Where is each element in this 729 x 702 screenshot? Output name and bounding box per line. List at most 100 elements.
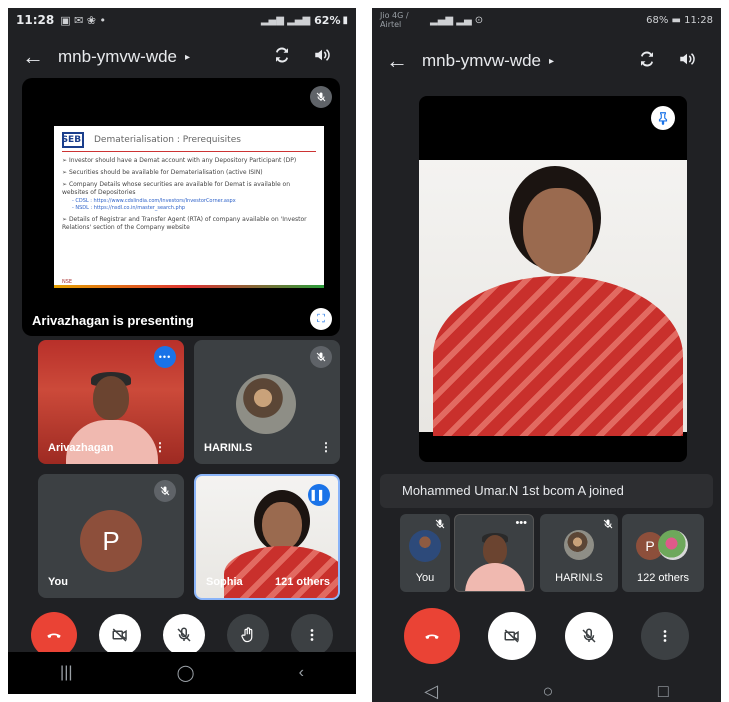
participant-tile-harini[interactable]: HARINI.S ⋮	[194, 340, 340, 464]
notification-icons: ▣ ✉ ❀ •	[60, 13, 107, 27]
camera-toggle-button[interactable]	[99, 614, 141, 656]
participant-tile-arivazhagan[interactable]: ••• Arivazhagan ⋮	[38, 340, 184, 464]
strip-tile-arivazhagan[interactable]: •••	[454, 514, 534, 592]
speaking-indicator-icon: ▌▌	[308, 484, 330, 506]
speaker-icon[interactable]	[302, 46, 342, 69]
end-call-icon	[425, 634, 439, 639]
back-arrow-icon[interactable]: ←	[22, 44, 58, 70]
presentation-tile[interactable]: SEBI Dematerialisation : Prerequisites I…	[22, 78, 340, 336]
more-options-button[interactable]	[640, 612, 689, 660]
system-navbar: ◁ ○ □	[372, 676, 721, 702]
fullscreen-icon[interactable]: ⛶	[310, 308, 332, 330]
system-navbar: ||| ◯ ‹	[8, 652, 356, 694]
participant-avatar	[564, 530, 594, 560]
camera-off-icon	[504, 629, 520, 643]
more-vert-icon	[310, 629, 314, 641]
participant-video	[419, 160, 687, 436]
recents-icon[interactable]: |||	[60, 664, 72, 682]
slide-stripe	[54, 285, 324, 288]
strip-tile-harini[interactable]: HARINI.S	[540, 514, 618, 592]
meeting-code-button[interactable]: mnb-ymvw-wde ▸	[422, 51, 627, 71]
end-call-icon	[47, 633, 61, 638]
participant-name: HARINI.S	[555, 572, 603, 584]
join-notification: Mohammed Umar.N 1st bcom A joined	[380, 474, 713, 508]
participant-name: Arivazhagan	[48, 442, 114, 454]
participant-tile-others[interactable]: ▌▌ Sophia 121 others	[194, 474, 340, 600]
participant-tile-you[interactable]: P You	[38, 474, 184, 598]
mic-off-icon	[600, 516, 616, 532]
mic-off-icon	[310, 86, 332, 108]
participant-name: HARINI.S	[204, 442, 253, 454]
participant-avatar	[236, 374, 296, 434]
mic-off-icon	[310, 346, 332, 368]
carrier-label: Jio 4G / Airtel	[380, 11, 409, 29]
camera-off-icon	[112, 628, 127, 642]
strip-tile-others[interactable]: P 122 others	[622, 514, 704, 592]
end-call-button[interactable]	[404, 608, 461, 664]
switch-camera-icon[interactable]	[262, 46, 302, 69]
status-bar: 11:28 ▣ ✉ ❀ • ▂▄▆ ▂▄▆ 62% ▮	[8, 8, 356, 32]
back-icon[interactable]: ◁	[424, 681, 438, 702]
status-time: 11:28	[16, 13, 55, 27]
left-phone-screen: 11:28 ▣ ✉ ❀ • ▂▄▆ ▂▄▆ 62% ▮ ← mnb-ymvw-w…	[8, 8, 356, 694]
recents-icon[interactable]: □	[658, 681, 669, 702]
participant-video	[483, 535, 507, 565]
more-options-icon[interactable]: ⋮	[320, 440, 332, 454]
home-icon[interactable]: ○	[543, 681, 554, 702]
mic-off-icon	[154, 480, 176, 502]
presenting-label: Arivazhagan is presenting	[32, 313, 194, 328]
back-icon[interactable]: ‹	[299, 664, 304, 682]
battery-icon: ▮	[342, 14, 348, 26]
shared-slide: SEBI Dematerialisation : Prerequisites I…	[54, 126, 324, 288]
participant-name: You	[415, 572, 435, 584]
strip-tile-you[interactable]: You	[400, 514, 450, 592]
pinned-video-tile[interactable]	[419, 96, 687, 462]
mic-toggle-button[interactable]	[564, 612, 613, 660]
mic-toggle-button[interactable]	[163, 614, 205, 656]
call-controls	[372, 608, 721, 664]
speaking-indicator-icon: •••	[154, 346, 176, 368]
meeting-code: mnb-ymvw-wde	[58, 47, 178, 66]
participant-video	[262, 502, 302, 550]
raise-hand-button[interactable]	[227, 614, 269, 656]
chevron-right-icon: ▸	[185, 51, 191, 63]
right-phone-screen: Jio 4G / Airtel ▂▄▆ ▂▄ ⊙ 68% ▬ 11:28 ← m…	[372, 8, 721, 702]
meeting-code-button[interactable]: mnb-ymvw-wde ▸	[58, 47, 262, 67]
sebi-logo: SEBI	[62, 132, 84, 148]
camera-toggle-button[interactable]	[488, 612, 537, 660]
signal-icon: ▂▄▆ ▂▄▆	[260, 14, 311, 26]
back-arrow-icon[interactable]: ←	[386, 48, 422, 74]
slide-link: - NSDL : https://nsdl.co.in/master_searc…	[72, 205, 186, 211]
signal-icon: ▂▄▆ ▂▄ ⊙	[430, 14, 484, 26]
meeting-appbar: ← mnb-ymvw-wde ▸	[372, 40, 721, 82]
slide-bullet: Securities should be available for Demat…	[62, 169, 316, 177]
more-options-icon[interactable]: ⋮	[154, 440, 166, 454]
speaker-icon[interactable]	[667, 50, 707, 73]
slide-bullet: Investor should have a Demat account wit…	[62, 157, 316, 165]
pin-icon[interactable]	[651, 106, 675, 130]
switch-camera-icon[interactable]	[627, 50, 667, 73]
battery-and-time: 68% ▬ 11:28	[646, 14, 713, 26]
meeting-appbar: ← mnb-ymvw-wde ▸	[8, 36, 356, 78]
battery-percent: 62%	[314, 13, 341, 27]
more-options-icon[interactable]: •••	[515, 517, 527, 529]
others-count: 122 others	[637, 572, 689, 584]
home-icon[interactable]: ◯	[177, 663, 195, 683]
participant-avatar	[658, 530, 688, 560]
participant-avatar: P	[80, 510, 142, 572]
mic-off-icon	[432, 516, 448, 532]
more-options-button[interactable]	[291, 614, 333, 656]
participant-avatar	[409, 530, 441, 562]
slide-bullet: Details of Registrar and Transfer Agent …	[62, 216, 316, 232]
slide-link: - CDSL : https://www.cdslindia.com/Inves…	[72, 198, 236, 204]
chevron-right-icon: ▸	[549, 55, 555, 67]
participant-video	[93, 376, 129, 420]
status-bar: Jio 4G / Airtel ▂▄▆ ▂▄ ⊙ 68% ▬ 11:28	[372, 8, 721, 32]
mic-off-icon	[582, 628, 596, 643]
meeting-code: mnb-ymvw-wde	[422, 51, 542, 70]
participant-name: You	[48, 576, 68, 588]
others-count[interactable]: 121 others	[275, 576, 330, 588]
hand-icon	[241, 627, 253, 643]
more-vert-icon	[663, 630, 667, 642]
slide-bullet: Company Details whose securities are ava…	[62, 181, 316, 197]
